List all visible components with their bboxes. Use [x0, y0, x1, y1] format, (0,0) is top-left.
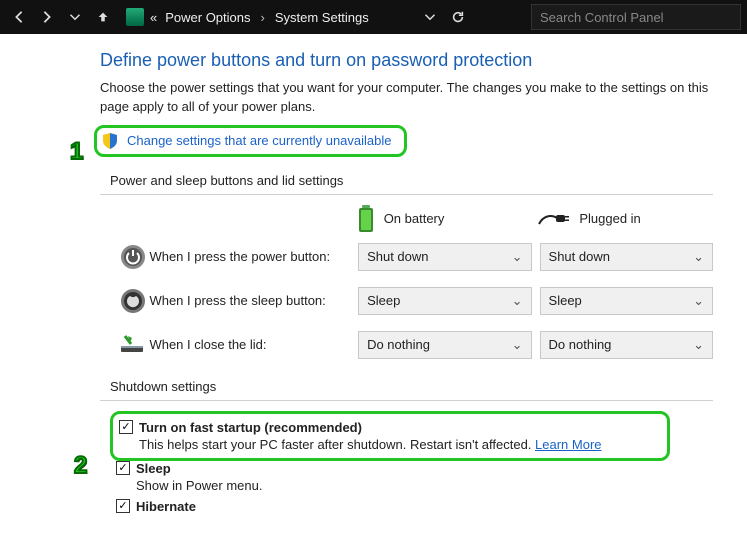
dropdown-power-button-plugged[interactable]: Shut down ⌄	[540, 243, 713, 271]
page-title: Define power buttons and turn on passwor…	[100, 50, 713, 71]
column-headers-row: On battery Plugged in	[100, 205, 713, 233]
chevron-down-icon: ⌄	[693, 337, 704, 353]
dropdown-sleep-button-battery[interactable]: Sleep ⌄	[358, 287, 531, 315]
power-button-icon	[116, 244, 149, 270]
setting-row-power-button: When I press the power button: Shut down…	[100, 243, 713, 271]
checkbox-hibernate[interactable]: ✓	[116, 499, 130, 513]
page-description: Choose the power settings that you want …	[100, 79, 713, 117]
sleep-button-icon	[116, 288, 149, 314]
change-settings-link[interactable]: Change settings that are currently unava…	[127, 133, 392, 148]
close-lid-icon	[116, 334, 149, 356]
option-block-hibernate: ✓ Hibernate	[116, 499, 713, 514]
change-settings-callout: Change settings that are currently unava…	[94, 125, 407, 157]
setting-row-sleep-button: When I press the sleep button: Sleep ⌄ S…	[100, 287, 713, 315]
column-header-battery: On battery	[356, 205, 532, 233]
setting-row-close-lid: When I close the lid: Do nothing ⌄ Do no…	[100, 331, 713, 359]
annotation-number-1: 1	[70, 138, 83, 166]
breadcrumb-item-system-settings[interactable]: System Settings	[273, 10, 371, 25]
breadcrumb-item-power-options[interactable]: Power Options	[163, 10, 252, 25]
fast-startup-callout: ✓ Turn on fast startup (recommended) Thi…	[110, 411, 670, 461]
chevron-down-icon: ⌄	[512, 249, 523, 265]
dropdown-close-lid-battery[interactable]: Do nothing ⌄	[358, 331, 531, 359]
option-title-fast-startup: Turn on fast startup (recommended)	[139, 420, 362, 435]
search-input[interactable]: Search Control Panel	[531, 4, 741, 30]
plug-icon	[537, 210, 571, 228]
learn-more-link[interactable]: Learn More	[535, 437, 601, 452]
setting-label-sleep-button: When I press the sleep button:	[149, 293, 358, 308]
breadcrumb-prefix: «	[148, 10, 159, 25]
setting-label-power-button: When I press the power button:	[149, 249, 358, 264]
chevron-right-icon: ›	[257, 10, 269, 25]
battery-icon	[356, 205, 376, 233]
uac-shield-icon	[101, 132, 119, 150]
search-placeholder: Search Control Panel	[540, 10, 664, 25]
checkbox-fast-startup[interactable]: ✓	[119, 420, 133, 434]
option-title-sleep: Sleep	[136, 461, 171, 476]
explorer-nav-bar: « Power Options › System Settings Search…	[0, 0, 747, 34]
chevron-down-icon: ⌄	[512, 293, 523, 309]
option-title-hibernate: Hibernate	[136, 499, 196, 514]
section-header-shutdown: Shutdown settings	[100, 375, 713, 401]
nav-up-button[interactable]	[90, 4, 116, 30]
nav-forward-button[interactable]	[34, 4, 60, 30]
nav-history-dropdown[interactable]	[62, 4, 88, 30]
section-header-buttons-lid: Power and sleep buttons and lid settings	[100, 169, 713, 195]
chevron-down-icon: ⌄	[693, 249, 704, 265]
dropdown-sleep-button-plugged[interactable]: Sleep ⌄	[540, 287, 713, 315]
checkbox-sleep[interactable]: ✓	[116, 461, 130, 475]
column-header-plugged-label: Plugged in	[579, 211, 640, 226]
refresh-button[interactable]	[445, 4, 471, 30]
annotation-number-2: 2	[74, 452, 87, 480]
nav-back-button[interactable]	[6, 4, 32, 30]
column-header-battery-label: On battery	[384, 211, 445, 226]
address-bar[interactable]: « Power Options › System Settings	[122, 4, 375, 30]
option-block-sleep: ✓ Sleep Show in Power menu.	[116, 461, 713, 493]
column-header-plugged: Plugged in	[537, 210, 713, 228]
chevron-down-icon: ⌄	[693, 293, 704, 309]
option-sub-sleep: Show in Power menu.	[136, 476, 713, 493]
option-sub-fast-startup: This helps start your PC faster after sh…	[139, 435, 651, 452]
dropdown-close-lid-plugged[interactable]: Do nothing ⌄	[540, 331, 713, 359]
dropdown-power-button-battery[interactable]: Shut down ⌄	[358, 243, 531, 271]
setting-label-close-lid: When I close the lid:	[149, 337, 358, 352]
control-panel-icon	[126, 8, 144, 26]
address-dropdown-button[interactable]	[417, 4, 443, 30]
chevron-down-icon: ⌄	[512, 337, 523, 353]
